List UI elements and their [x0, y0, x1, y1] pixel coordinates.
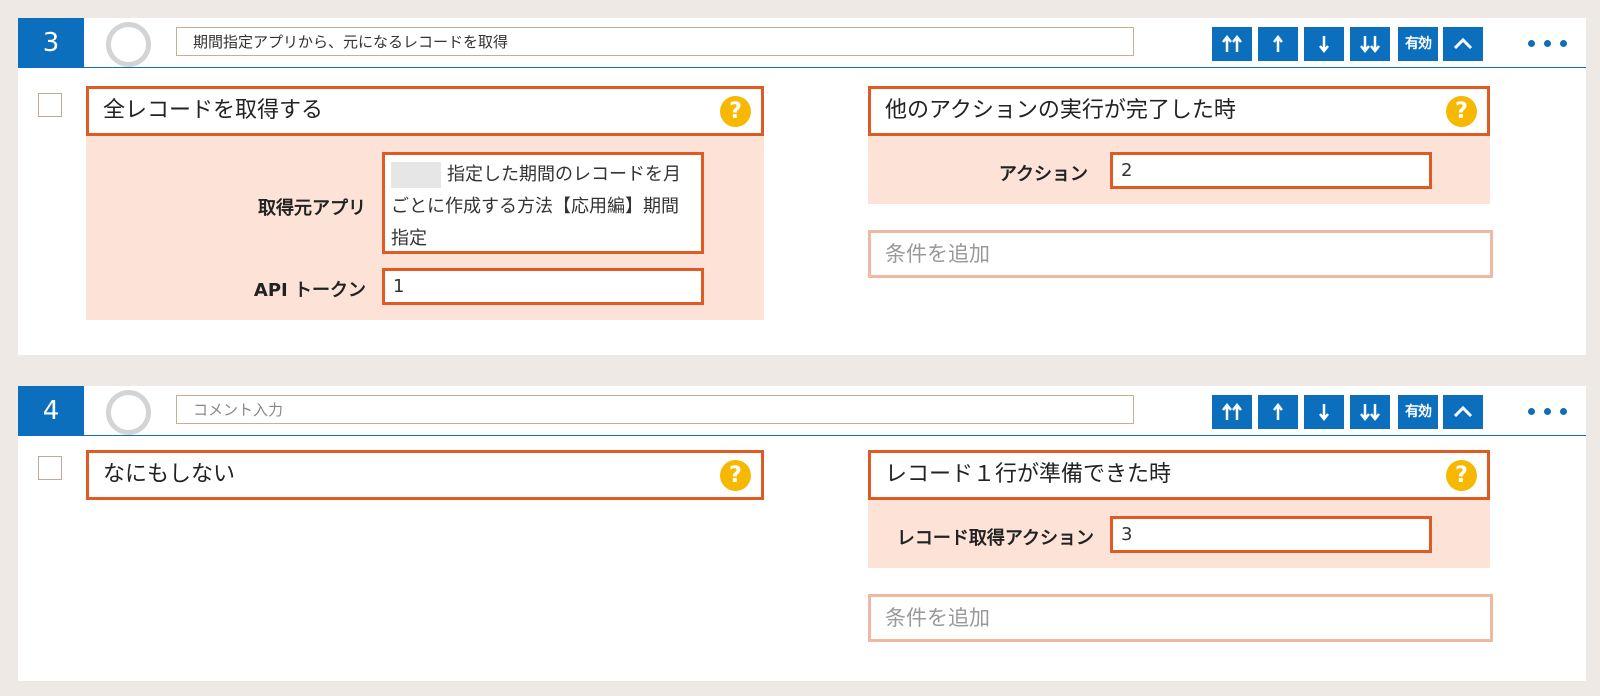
- enable-toggle-button[interactable]: 有効: [1398, 395, 1438, 429]
- trigger-select[interactable]: 他のアクションの実行が完了した時 ?: [868, 86, 1490, 136]
- move-to-top-button[interactable]: [1212, 395, 1252, 429]
- up-arrow-icon: [1273, 34, 1283, 52]
- collapse-button[interactable]: [1443, 395, 1483, 429]
- chevron-up-icon: [1453, 405, 1473, 418]
- double-up-arrow-icon: [1222, 34, 1242, 52]
- record-action-value: 3: [1121, 524, 1133, 545]
- up-arrow-icon: [1273, 402, 1283, 420]
- action-number-value: 2: [1121, 160, 1133, 181]
- loading-spinner-icon: [106, 22, 151, 67]
- param-label-source-app: 取得元アプリ: [258, 198, 366, 219]
- action-number-field[interactable]: 2: [1110, 152, 1432, 189]
- help-icon[interactable]: ?: [720, 460, 751, 491]
- down-arrow-icon: [1319, 404, 1329, 422]
- move-to-bottom-button[interactable]: [1350, 395, 1390, 429]
- double-down-arrow-icon: [1360, 404, 1380, 422]
- double-down-arrow-icon: [1360, 36, 1380, 54]
- down-arrow-icon: [1319, 36, 1329, 54]
- add-condition-button[interactable]: 条件を追加: [868, 594, 1493, 642]
- step-header: 3 有効: [18, 18, 1586, 68]
- chevron-up-icon: [1453, 37, 1473, 50]
- param-label-action: アクション: [998, 164, 1088, 185]
- collapse-button[interactable]: [1443, 27, 1483, 61]
- loading-spinner-icon: [106, 390, 151, 435]
- api-token-field[interactable]: 1: [382, 268, 704, 305]
- move-down-button[interactable]: [1304, 27, 1344, 61]
- source-app-field[interactable]: 指定した期間のレコードを月ごとに作成する方法【応用編】期間指定: [382, 152, 704, 254]
- action-select[interactable]: 全レコードを取得する ?: [86, 86, 764, 136]
- step-card: 3 有効 全レコードを取得する ? 取得元アプリ 指定した期間のレコードを月ごと: [18, 18, 1586, 355]
- comment-input[interactable]: [176, 27, 1134, 56]
- help-icon[interactable]: ?: [1446, 96, 1477, 127]
- param-label-api-token: API トークン: [253, 280, 366, 301]
- api-token-value: 1: [393, 276, 405, 297]
- action-label: なにもしない: [103, 462, 236, 487]
- enable-toggle-button[interactable]: 有効: [1398, 27, 1438, 61]
- move-up-button[interactable]: [1258, 27, 1298, 61]
- record-action-field[interactable]: 3: [1110, 516, 1432, 553]
- step-checkbox[interactable]: [38, 93, 62, 117]
- trigger-label: 他のアクションの実行が完了した時: [885, 98, 1236, 123]
- add-condition-button[interactable]: 条件を追加: [868, 230, 1493, 278]
- step-header: 4 有効: [18, 386, 1586, 436]
- help-icon[interactable]: ?: [720, 96, 751, 127]
- action-select[interactable]: なにもしない ?: [86, 450, 764, 500]
- step-checkbox[interactable]: [38, 456, 62, 480]
- move-to-top-button[interactable]: [1212, 27, 1252, 61]
- double-up-arrow-icon: [1222, 402, 1242, 420]
- help-icon[interactable]: ?: [1446, 460, 1477, 491]
- action-label: 全レコードを取得する: [103, 98, 324, 123]
- more-dots-icon[interactable]: [1528, 30, 1568, 56]
- action-params-panel: 取得元アプリ 指定した期間のレコードを月ごとに作成する方法【応用編】期間指定 A…: [86, 136, 764, 320]
- step-card: 4 有効 なにもしない ? レコード１行が準備できた時 ? レコード取得アクシ: [18, 386, 1586, 681]
- app-icon: [391, 162, 441, 188]
- more-dots-icon[interactable]: [1528, 398, 1568, 424]
- trigger-label: レコード１行が準備できた時: [885, 462, 1172, 487]
- move-up-button[interactable]: [1258, 395, 1298, 429]
- param-label-record-action: レコード取得アクション: [896, 528, 1094, 549]
- move-to-bottom-button[interactable]: [1350, 27, 1390, 61]
- comment-input[interactable]: [176, 395, 1134, 424]
- trigger-select[interactable]: レコード１行が準備できた時 ?: [868, 450, 1490, 500]
- trigger-params-panel: アクション 2: [868, 136, 1490, 204]
- step-number: 3: [18, 18, 84, 68]
- trigger-params-panel: レコード取得アクション 3: [868, 500, 1490, 568]
- move-down-button[interactable]: [1304, 395, 1344, 429]
- step-number: 4: [18, 386, 84, 436]
